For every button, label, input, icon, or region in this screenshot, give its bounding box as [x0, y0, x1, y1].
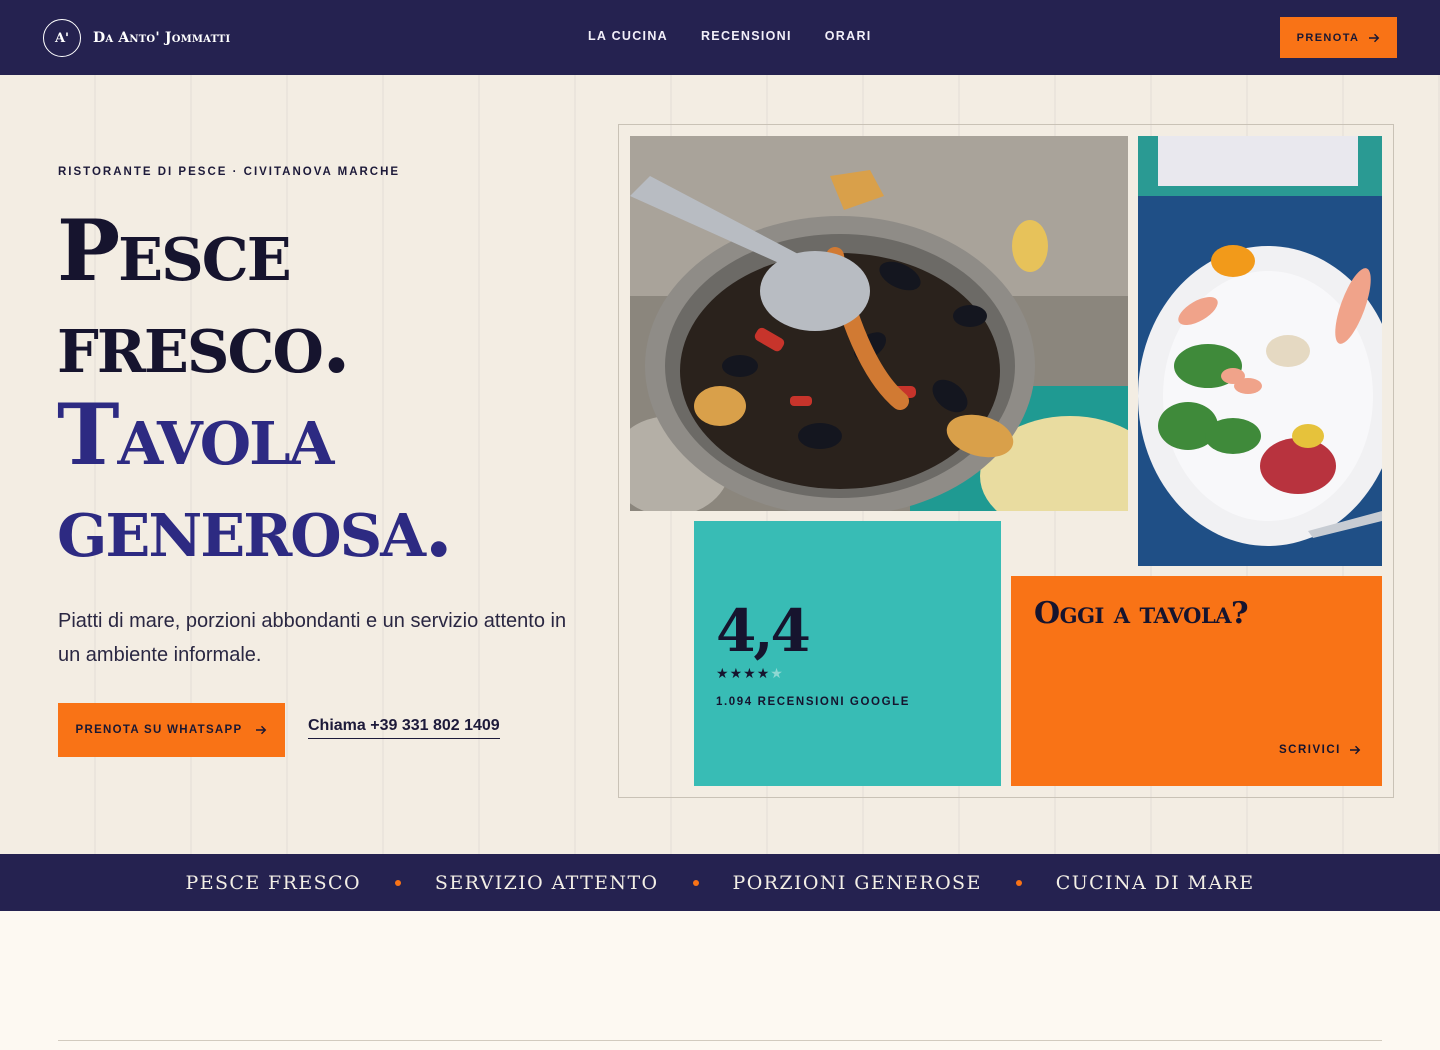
star-icon: ★ — [729, 665, 744, 681]
cta-card-title: Oggi a tavola? — [1034, 596, 1249, 631]
arrow-right-icon — [1369, 33, 1380, 42]
star-icon: ★ — [743, 665, 757, 681]
arrow-right-icon — [256, 725, 267, 735]
headline-line-3: Tavola — [57, 385, 334, 484]
scrivici-label: SCRIVICI — [1279, 744, 1341, 756]
headline-line-1: Pesce — [57, 201, 292, 300]
oggi-a-tavola-card[interactable]: Oggi a tavola? SCRIVICI — [1011, 576, 1382, 786]
features-ticker: PESCE FRESCO SERVIZIO ATTENTO PORZIONI G… — [0, 854, 1440, 911]
ticker-item: CUCINA DI MARE — [1055, 871, 1255, 894]
hero-lede: Piatti di mare, porzioni abbondanti e un… — [58, 610, 567, 666]
section-divider — [58, 1040, 1382, 1041]
rating-stars: ★★★★★ — [716, 665, 784, 682]
brand-monogram: A' — [43, 19, 81, 57]
scrivici-link[interactable]: SCRIVICI — [1279, 744, 1361, 756]
prenota-button-label: PRENOTA — [1296, 31, 1360, 44]
hero-eyebrow: RISTORANTE DI PESCE · CIVITANOVA MARCHE — [58, 166, 401, 178]
brand-name: Da Anto' Jommatti — [93, 30, 231, 46]
ticker-item: PESCE FRESCO — [185, 871, 361, 894]
nav-link-la-cucina[interactable]: LA CUCINA — [588, 29, 668, 43]
seafood-pan-photo — [630, 136, 1128, 511]
dot-separator-icon — [1015, 879, 1022, 886]
antipasto-plate-photo — [1138, 136, 1382, 566]
brand-logo[interactable]: A' Da Anto' Jommatti — [43, 19, 230, 57]
ticker-item: PORZIONI GENEROSE — [732, 871, 982, 894]
whatsapp-booking-label: PRENOTA SU WHATSAPP — [75, 724, 243, 736]
star-icon: ★ — [756, 665, 771, 681]
main-nav: LA CUCINA RECENSIONI ORARI — [588, 29, 872, 43]
nav-link-recensioni[interactable]: RECENSIONI — [701, 29, 792, 43]
whatsapp-booking-button[interactable]: PRENOTA SU WHATSAPP — [58, 703, 285, 757]
rating-caption: 1.094 RECENSIONI GOOGLE — [716, 696, 911, 708]
prenota-button[interactable]: PRENOTA — [1280, 17, 1397, 58]
star-icon: ★ — [716, 665, 730, 681]
dot-separator-icon — [692, 879, 699, 886]
arrow-right-icon — [1349, 745, 1361, 755]
call-phone-link[interactable]: Chiama +39 331 802 1409 — [308, 717, 500, 739]
headline-line-4: generosa. — [57, 477, 453, 576]
headline-line-2: fresco. — [57, 293, 351, 392]
rating-value: 4,4 — [716, 597, 811, 665]
hero-headline: Pesce fresco. Tavola generosa. — [57, 201, 453, 576]
nav-link-orari[interactable]: ORARI — [825, 29, 872, 43]
site-header: A' Da Anto' Jommatti LA CUCINA RECENSION… — [0, 0, 1440, 75]
next-section — [0, 911, 1440, 1050]
star-empty-icon: ★ — [770, 665, 784, 681]
ticker-item: SERVIZIO ATTENTO — [434, 871, 659, 894]
dot-separator-icon — [394, 879, 401, 886]
rating-card: 4,4 ★★★★★ 1.094 RECENSIONI GOOGLE — [694, 521, 1001, 786]
photo-mosaic: 4,4 ★★★★★ 1.094 RECENSIONI GOOGLE Oggi a… — [618, 124, 1394, 798]
